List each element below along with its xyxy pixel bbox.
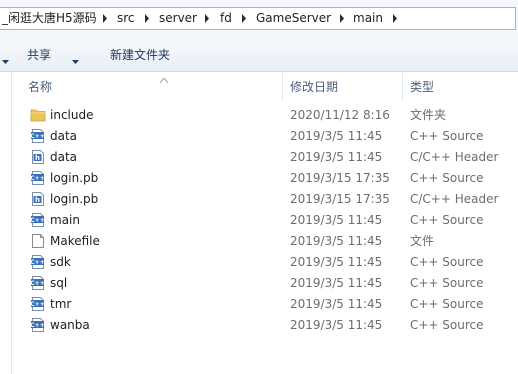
breadcrumb-separator-icon[interactable] [99, 8, 113, 29]
file-row[interactable]: C++ wanba 2019/3/5 11:45 C++ Source [12, 315, 518, 336]
breadcrumb-separator-icon[interactable] [201, 8, 215, 29]
file-name: wanba [50, 318, 90, 332]
blank-file-icon [30, 233, 46, 249]
file-modified-date: 2019/3/5 11:45 [290, 276, 383, 290]
file-type: C/C++ Header [410, 192, 499, 206]
cpp-source-icon: C++ [30, 254, 46, 270]
file-row[interactable]: h login.pb 2019/3/15 17:35 C/C++ Header [12, 189, 518, 210]
file-list: include 2020/11/12 8:16 文件夹 C++ data 2019/3/5… [12, 105, 518, 336]
command-bar: 共享 新建文件夹 [0, 38, 518, 72]
explorer-window: _闲逛大唐H5源码 src server fd GameServer main … [0, 0, 518, 374]
file-modified-date: 2019/3/5 11:45 [290, 255, 383, 269]
file-modified-date: 2019/3/5 11:45 [290, 150, 383, 164]
share-button[interactable]: 共享 [27, 47, 51, 63]
file-row[interactable]: include 2020/11/12 8:16 文件夹 [12, 105, 518, 126]
file-type: C++ Source [410, 276, 484, 290]
column-header: 名称 修改日期 类型 [12, 72, 518, 100]
file-type: C++ Source [410, 318, 484, 332]
header-file-icon: h [30, 191, 46, 207]
file-name: include [50, 108, 94, 122]
file-modified-date: 2019/3/15 17:35 [290, 171, 390, 185]
file-modified-date: 2019/3/15 17:35 [290, 192, 390, 206]
breadcrumb-separator-icon[interactable] [141, 8, 155, 29]
file-type: C++ Source [410, 213, 484, 227]
file-type: C++ Source [410, 129, 484, 143]
file-name: tmr [50, 297, 72, 311]
file-type: 文件 [410, 234, 435, 248]
organize-dropdown-caret-icon[interactable] [2, 53, 9, 67]
svg-text:C++: C++ [30, 301, 44, 308]
file-name: main [50, 213, 80, 227]
cpp-source-icon: C++ [30, 212, 46, 228]
sort-ascending-icon [159, 72, 169, 86]
cpp-source-icon: C++ [30, 317, 46, 333]
file-modified-date: 2019/3/5 11:45 [290, 318, 383, 332]
new-folder-button[interactable]: 新建文件夹 [110, 47, 170, 63]
svg-text:C++: C++ [30, 280, 44, 287]
file-modified-date: 2019/3/5 11:45 [290, 129, 383, 143]
svg-text:C++: C++ [30, 217, 44, 224]
file-modified-date: 2019/3/5 11:45 [290, 297, 383, 311]
file-row[interactable]: Makefile 2019/3/5 11:45 文件 [12, 231, 518, 252]
column-header-name[interactable]: 名称 [28, 79, 52, 95]
file-name: Makefile [50, 234, 100, 248]
breadcrumb-item[interactable]: src [117, 8, 135, 29]
breadcrumb-item[interactable]: server [159, 8, 197, 29]
file-row[interactable]: h data 2019/3/5 11:45 C/C++ Header [12, 147, 518, 168]
breadcrumb-separator-icon[interactable] [238, 8, 252, 29]
file-row[interactable]: C++ main 2019/3/5 11:45 C++ Source [12, 210, 518, 231]
file-row[interactable]: C++ sql 2019/3/5 11:45 C++ Source [12, 273, 518, 294]
file-name: data [50, 129, 78, 143]
svg-text:C++: C++ [30, 133, 44, 140]
file-modified-date: 2019/3/5 11:45 [290, 213, 383, 227]
file-type: 文件夹 [410, 108, 447, 122]
svg-text:C++: C++ [30, 175, 44, 182]
breadcrumb-separator-icon[interactable] [336, 8, 350, 29]
file-name: sql [50, 276, 68, 290]
svg-text:C++: C++ [30, 259, 44, 266]
breadcrumb-separator-icon[interactable] [389, 8, 403, 29]
file-name: login.pb [50, 171, 99, 185]
breadcrumb-item[interactable]: GameServer [256, 8, 331, 29]
file-row[interactable]: C++ login.pb 2019/3/15 17:35 C++ Source [12, 168, 518, 189]
cpp-source-icon: C++ [30, 170, 46, 186]
file-row[interactable]: C++ tmr 2019/3/5 11:45 C++ Source [12, 294, 518, 315]
file-name: sdk [50, 255, 71, 269]
file-name: data [50, 150, 78, 164]
svg-text:h: h [35, 154, 40, 162]
new-folder-label: 新建文件夹 [110, 48, 171, 62]
file-type: C/C++ Header [410, 150, 499, 164]
header-file-icon: h [30, 149, 46, 165]
file-modified-date: 2019/3/5 11:45 [290, 234, 383, 248]
file-type: C++ Source [410, 171, 484, 185]
file-modified-date: 2020/11/12 8:16 [290, 108, 390, 122]
svg-text:C++: C++ [30, 322, 44, 329]
breadcrumb-item[interactable]: main [353, 8, 383, 29]
folder-icon [30, 107, 46, 123]
cpp-source-icon: C++ [30, 296, 46, 312]
cpp-source-icon: C++ [30, 275, 46, 291]
file-row[interactable]: C++ data 2019/3/5 11:45 C++ Source [12, 126, 518, 147]
breadcrumb-item[interactable]: fd [220, 8, 232, 29]
column-divider[interactable] [402, 72, 403, 100]
file-type: C++ Source [410, 255, 484, 269]
share-label: 共享 [27, 48, 52, 62]
column-header-type[interactable]: 类型 [410, 79, 434, 95]
file-name: login.pb [50, 192, 99, 206]
share-dropdown-caret-icon[interactable] [72, 53, 79, 67]
cpp-source-icon: C++ [30, 128, 46, 144]
column-header-modified[interactable]: 修改日期 [290, 79, 338, 95]
breadcrumb-item[interactable]: _闲逛大唐H5源码 [2, 8, 97, 29]
svg-text:h: h [35, 196, 40, 204]
file-type: C++ Source [410, 297, 484, 311]
address-bar-area: _闲逛大唐H5源码 src server fd GameServer main [0, 0, 518, 38]
address-bar[interactable]: _闲逛大唐H5源码 src server fd GameServer main [0, 7, 516, 30]
navigation-pane[interactable] [0, 72, 12, 374]
column-divider[interactable] [282, 72, 283, 100]
file-row[interactable]: C++ sdk 2019/3/5 11:45 C++ Source [12, 252, 518, 273]
